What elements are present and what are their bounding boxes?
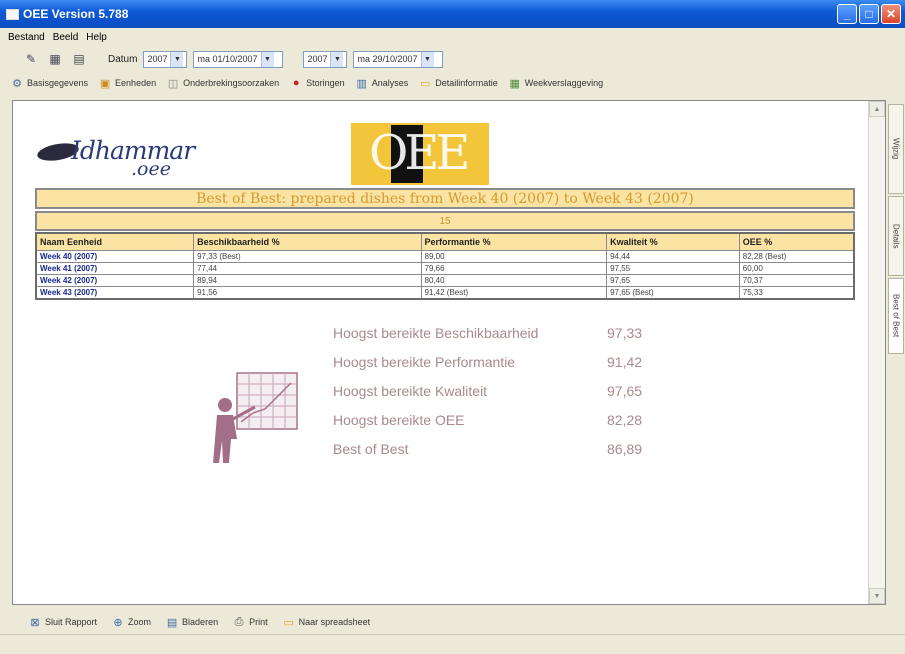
week-link[interactable]: Week 42 (2007) xyxy=(35,273,195,287)
print-button[interactable]: ⎙ Print xyxy=(232,615,268,629)
close-report-button[interactable]: ⊠ Sluit Rapport xyxy=(28,615,97,629)
table-cell: 89,00 xyxy=(420,249,608,263)
week-table: Naam Eenheid Beschikbaarheid % Performan… xyxy=(35,232,855,300)
table-row: Week 41 (2007) 77,44 79,66 97,55 60,00 xyxy=(35,261,855,275)
print-icon: ⎙ xyxy=(234,615,244,628)
chevron-down-icon: ▼ xyxy=(420,51,434,67)
table-cell: 97,65 xyxy=(606,273,740,287)
logo-sub: .oee xyxy=(131,158,171,180)
table-row: Week 42 (2007) 89,94 80,40 97,65 70,37 xyxy=(35,273,855,287)
settings-icon: ⚙ xyxy=(12,77,22,90)
menu-help[interactable]: Help xyxy=(86,32,107,43)
table-row: Week 40 (2007) 97,33 (Best) 89,00 94,44 … xyxy=(35,249,855,263)
table-cell: 79,66 xyxy=(420,261,608,275)
units-icon: ▣ xyxy=(99,77,111,90)
table-cell: 91,56 xyxy=(193,285,422,299)
export-spreadsheet-button[interactable]: ▭ Naar spreadsheet xyxy=(282,615,370,629)
tab-wijzig[interactable]: Wijzig xyxy=(888,104,904,194)
table-cell: 77,44 xyxy=(193,261,422,275)
close-button[interactable]: ✕ xyxy=(881,4,901,24)
column-header: OEE % xyxy=(738,232,855,251)
document-icon[interactable]: ▤ xyxy=(70,50,88,68)
report-subtitle: 15 xyxy=(35,211,855,231)
vertical-scrollbar[interactable]: ▲ ▼ xyxy=(868,101,885,604)
table-cell: 97,33 (Best) xyxy=(193,249,422,263)
basisgegevens-button[interactable]: ⚙ Basisgegevens xyxy=(10,76,88,90)
column-header: Performantie % xyxy=(420,232,608,251)
table-cell: 94,44 xyxy=(606,249,740,263)
chevron-down-icon: ▼ xyxy=(260,51,274,67)
datum-label: Datum xyxy=(108,53,138,65)
detail-icon: ▭ xyxy=(420,77,431,90)
toolbar-modules: ⚙ Basisgegevens ▣ Eenheden ◫ Onderbrekingso… xyxy=(0,72,905,94)
eenheden-button[interactable]: ▣ Eenheden xyxy=(98,76,156,90)
title-bar: OEE Version 5.788 _ □ ✕ xyxy=(0,0,905,28)
browse-icon: ▤ xyxy=(166,616,178,629)
start-year-select[interactable]: 2007 ▼ xyxy=(143,50,188,68)
table-cell: 97,55 xyxy=(606,261,740,275)
edit-icon[interactable]: ✎ xyxy=(22,50,40,68)
chevron-down-icon: ▼ xyxy=(330,51,344,67)
menu-bestand[interactable]: Bestand xyxy=(8,32,45,43)
table-cell: 60,00 xyxy=(738,261,855,275)
report-title: Best of Best: prepared dishes from Week … xyxy=(35,188,855,209)
table-cell: 75,33 xyxy=(738,285,855,299)
table-cell: 89,94 xyxy=(193,273,422,287)
table-cell: 80,40 xyxy=(420,273,608,287)
menu-beeld[interactable]: Beeld xyxy=(53,32,79,43)
column-header: Naam Eenheid xyxy=(35,232,195,251)
calendar-icon[interactable]: ▦ xyxy=(46,50,64,68)
presenter-illustration xyxy=(211,367,301,467)
weekverslaggeving-button[interactable]: ▦ Weekverslaggeving xyxy=(508,76,604,90)
report-toolbar: ⊠ Sluit Rapport ⊕ Zoom ▤ Bladeren ⎙ Print ▭ N… xyxy=(0,610,905,634)
window-title: OEE Version 5.788 xyxy=(23,7,129,21)
detailinformatie-button[interactable]: ▭ Detailinformatie xyxy=(418,76,498,90)
report-icon: ▦ xyxy=(509,77,520,90)
table-cell: 70,37 xyxy=(738,273,855,287)
week-link[interactable]: Week 43 (2007) xyxy=(35,285,195,299)
oee-banner-image: OEE xyxy=(351,123,489,185)
chevron-down-icon: ▼ xyxy=(170,51,184,67)
report-viewer: Idhammar .oee OEE Best of Best: prepared… xyxy=(12,100,886,605)
alert-icon: ● xyxy=(292,77,300,89)
onderbrekingsoorzaken-button[interactable]: ◫ Onderbrekingsoorzaken xyxy=(166,76,279,90)
table-header-row: Naam Eenheid Beschikbaarheid % Performan… xyxy=(35,232,855,251)
chart-icon: ▥ xyxy=(356,77,367,90)
close-report-icon: ⊠ xyxy=(30,616,40,629)
export-icon: ▭ xyxy=(283,616,294,629)
status-bar xyxy=(0,634,905,654)
app-icon xyxy=(6,8,19,20)
zoom-button[interactable]: ⊕ Zoom xyxy=(111,615,151,629)
scroll-up-icon[interactable]: ▲ xyxy=(869,101,885,117)
week-link[interactable]: Week 41 (2007) xyxy=(35,261,195,275)
minimize-button[interactable]: _ xyxy=(837,4,857,24)
column-header: Kwaliteit % xyxy=(606,232,740,251)
tab-best-of-best[interactable]: Best of Best xyxy=(888,278,904,354)
window-controls: _ □ ✕ xyxy=(837,4,901,24)
week-link[interactable]: Week 40 (2007) xyxy=(35,249,195,263)
scroll-down-icon[interactable]: ▼ xyxy=(869,588,885,604)
table-cell: 82,28 (Best) xyxy=(738,249,855,263)
table-cell: 97,65 (Best) xyxy=(606,285,740,299)
menu-bar: Bestand Beeld Help xyxy=(0,28,905,46)
table-cell: 91,42 (Best) xyxy=(420,285,608,299)
column-header: Beschikbaarheid % xyxy=(193,232,422,251)
toolbar-main: ✎ ▦ ▤ Datum 2007 ▼ ma 01/10/2007 ▼ 2007 … xyxy=(0,46,905,72)
start-date-select[interactable]: ma 01/10/2007 ▼ xyxy=(193,50,284,68)
maximize-button[interactable]: □ xyxy=(859,4,879,24)
zoom-icon: ⊕ xyxy=(113,616,123,629)
end-year-select[interactable]: 2007 ▼ xyxy=(303,50,348,68)
end-date-select[interactable]: ma 29/10/2007 ▼ xyxy=(353,50,444,68)
side-tabs: Wijzig Details Best of Best xyxy=(888,100,905,400)
storingen-button[interactable]: ● Storingen xyxy=(289,76,345,90)
idhammar-logo: Idhammar .oee xyxy=(35,134,215,182)
tab-details[interactable]: Details xyxy=(888,196,904,276)
downtime-icon: ◫ xyxy=(167,77,179,90)
table-row: Week 43 (2007) 91,56 91,42 (Best) 97,65 … xyxy=(35,285,855,299)
browse-button[interactable]: ▤ Bladeren xyxy=(165,615,218,629)
analyses-button[interactable]: ▥ Analyses xyxy=(355,76,408,90)
